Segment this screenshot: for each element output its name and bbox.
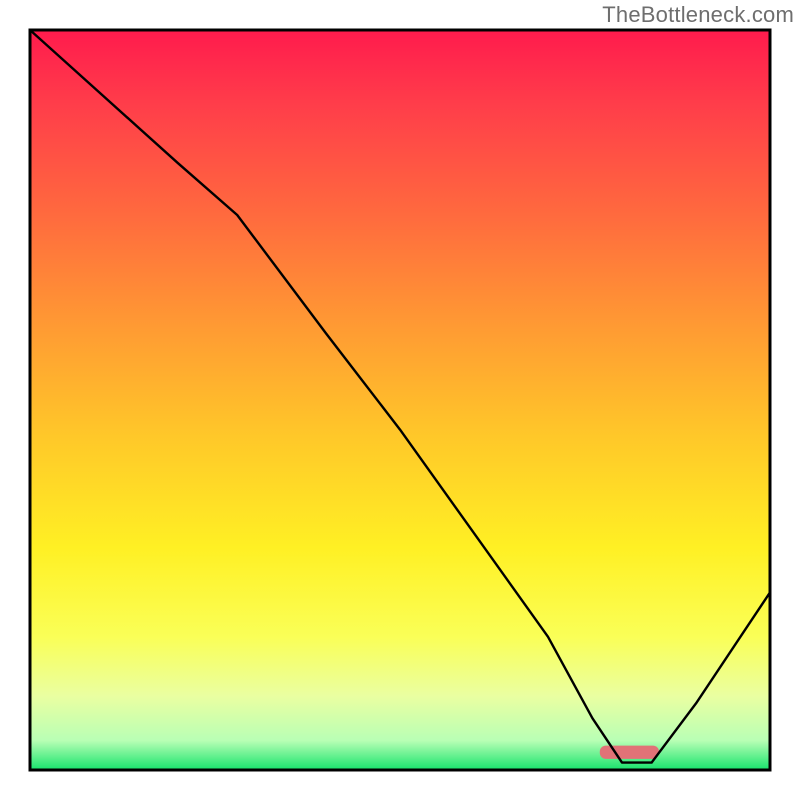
bottleneck-chart (0, 0, 800, 800)
highlight-bar (600, 746, 659, 759)
plot-background (30, 30, 770, 770)
watermark-text: TheBottleneck.com (602, 2, 794, 28)
chart-container: TheBottleneck.com (0, 0, 800, 800)
